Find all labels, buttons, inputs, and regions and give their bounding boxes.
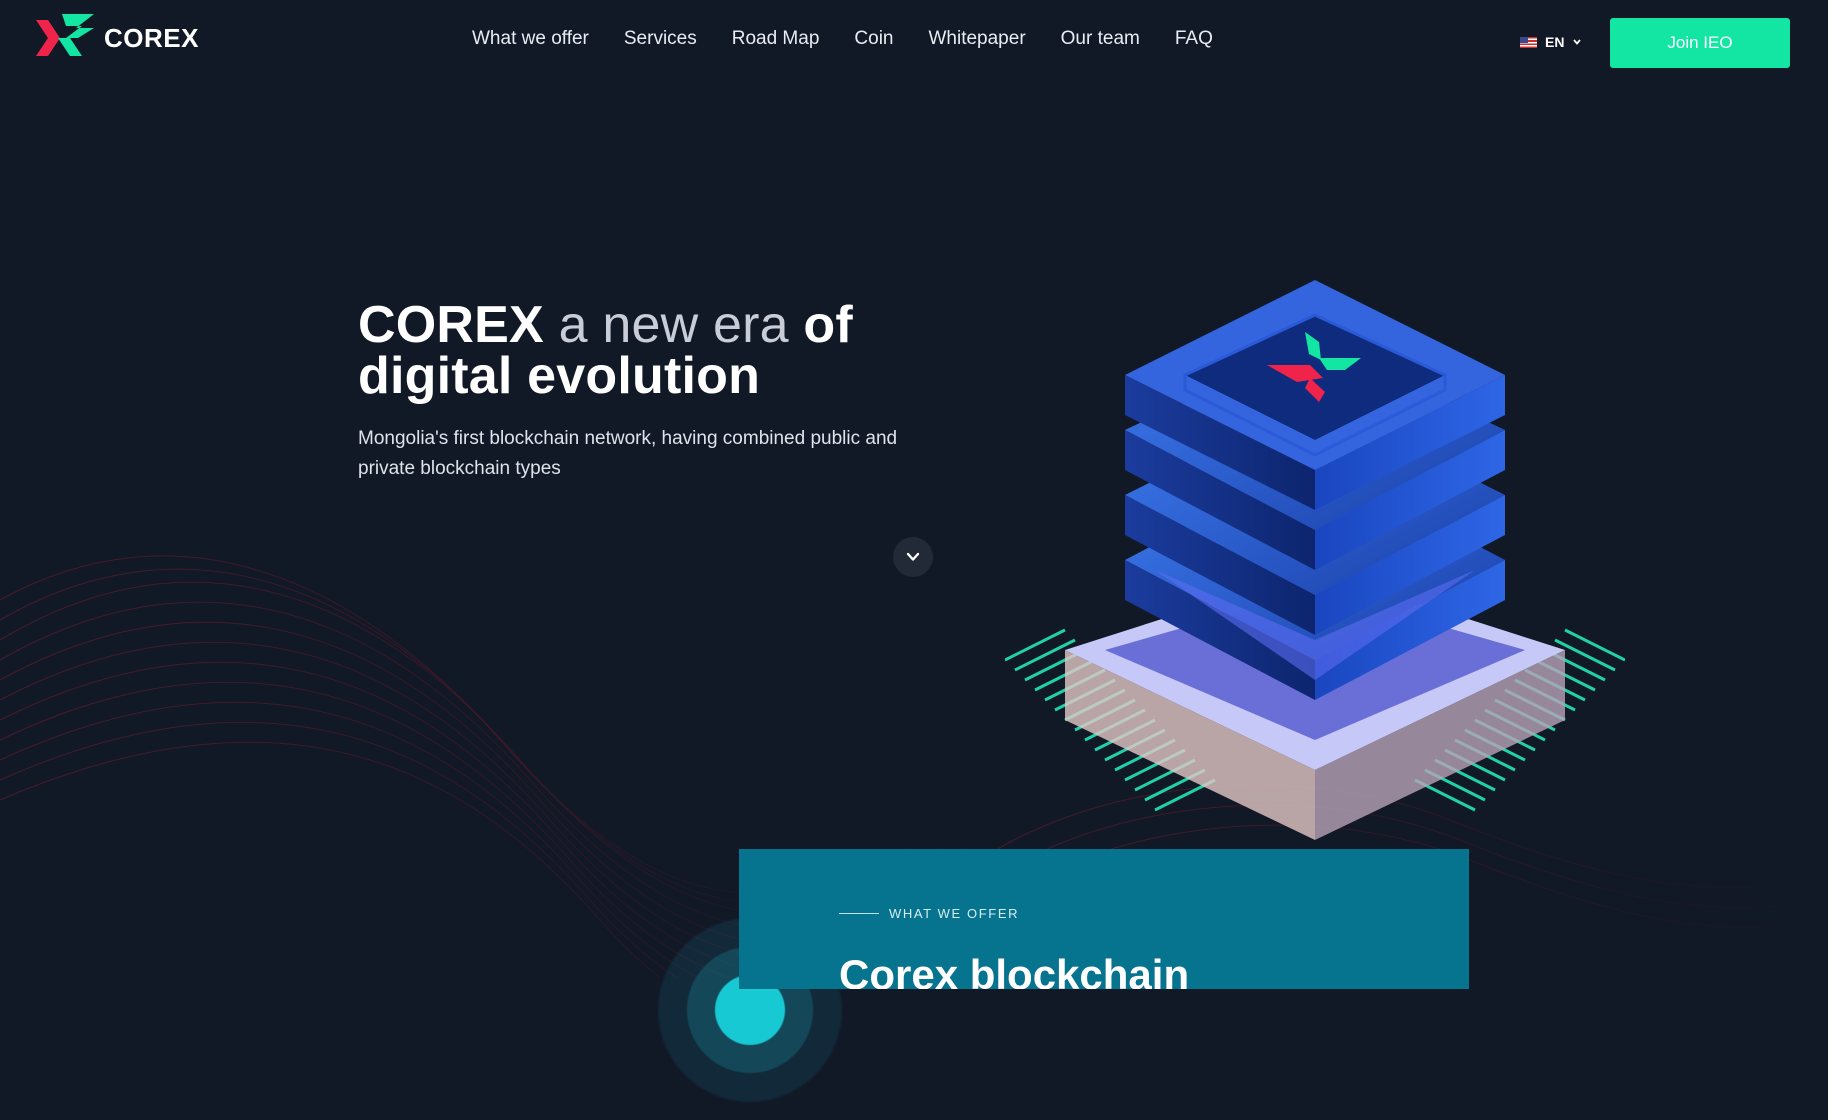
- scroll-down-button[interactable]: [893, 537, 933, 577]
- offer-eyebrow: WHAT WE OFFER: [839, 906, 1019, 921]
- hero-title: COREX a new era of digital evolution: [358, 299, 978, 405]
- nav-item-our-team[interactable]: Our team: [1061, 28, 1140, 50]
- hero-section: COREX a new era of digital evolution Mon…: [358, 299, 978, 484]
- site-header: COREX What we offer Services Road Map Co…: [0, 0, 1828, 84]
- join-ieo-button[interactable]: Join IEO: [1610, 18, 1790, 68]
- logo-text: COREX: [104, 22, 199, 53]
- server-chip-illustration: [1005, 280, 1625, 840]
- nav-item-services[interactable]: Services: [624, 28, 697, 50]
- main-nav: What we offer Services Road Map Coin Whi…: [472, 28, 1248, 50]
- hero-title-of: of: [803, 296, 853, 354]
- divider: [839, 913, 879, 914]
- nav-item-what-we-offer[interactable]: What we offer: [472, 28, 589, 50]
- logo[interactable]: COREX: [36, 14, 199, 62]
- hero-title-thin: a new era: [558, 296, 789, 354]
- nav-item-faq[interactable]: FAQ: [1175, 28, 1213, 50]
- what-we-offer-panel: WHAT WE OFFER Corex blockchain: [739, 849, 1469, 989]
- language-code: EN: [1545, 34, 1565, 50]
- chevron-down-icon: [1573, 39, 1582, 45]
- offer-title: Corex blockchain: [839, 951, 1190, 989]
- nav-item-coin[interactable]: Coin: [854, 28, 893, 50]
- nav-item-whitepaper[interactable]: Whitepaper: [928, 28, 1025, 50]
- corex-logo-icon: [36, 14, 94, 56]
- hero-title-brand: COREX: [358, 296, 544, 354]
- chevron-down-icon: [906, 552, 920, 561]
- offer-eyebrow-text: WHAT WE OFFER: [889, 906, 1020, 921]
- language-selector[interactable]: EN: [1520, 34, 1582, 50]
- us-flag-icon: [1520, 36, 1537, 48]
- hero-subtitle: Mongolia's first blockchain network, hav…: [358, 428, 898, 479]
- hero-title-line2: digital evolution: [358, 347, 761, 405]
- nav-item-road-map[interactable]: Road Map: [732, 28, 820, 50]
